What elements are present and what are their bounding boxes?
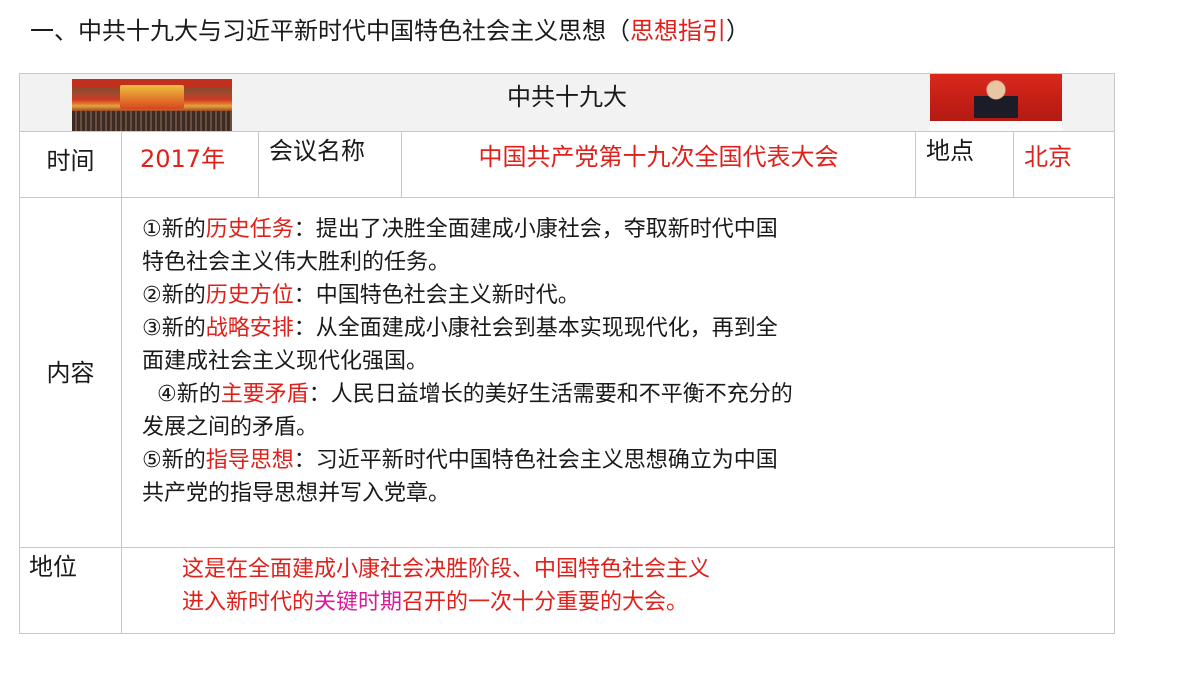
title-highlight: 思想指引 bbox=[630, 17, 726, 45]
position-label: 地位 bbox=[19, 547, 122, 634]
table-row: 时间 2017年 会议名称 中国共产党第十九次全国代表大会 地点 北京 bbox=[19, 131, 1116, 198]
table-row: 地位 这是在全面建成小康社会决胜阶段、中国特色社会主义 进入新时代的关键时期召开… bbox=[19, 547, 1116, 634]
list-item: ④新的主要矛盾：人民日益增长的美好生活需要和不平衡不充分的 发展之间的矛盾。 bbox=[142, 382, 793, 440]
position-text: 这是在全面建成小康社会决胜阶段、中国特色社会主义 进入新时代的关键时期召开的一次… bbox=[182, 557, 711, 615]
list-item: ①新的历史任务：提出了决胜全面建成小康社会，夺取新时代中国 特色社会主义伟大胜利的… bbox=[142, 217, 778, 275]
list-item: ③新的战略安排：从全面建成小康社会到基本实现现代化，再到全 面建成社会主义现代化强… bbox=[142, 316, 778, 374]
place-value: 北京 bbox=[1012, 131, 1116, 198]
list-item: ⑤新的指导思想：习近平新时代中国特色社会主义思想确立为中国 共产党的指导思想并写入… bbox=[142, 448, 778, 506]
meeting-name-label: 会议名称 bbox=[258, 131, 402, 198]
content-list: ①新的历史任务：提出了决胜全面建成小康社会，夺取新时代中国 特色社会主义伟大胜利的… bbox=[122, 198, 962, 510]
position-cell: 这是在全面建成小康社会决胜阶段、中国特色社会主义 进入新时代的关键时期召开的一次… bbox=[120, 547, 1116, 634]
list-item: ②新的历史方位：中国特色社会主义新时代。 bbox=[142, 283, 580, 308]
time-label: 时间 bbox=[19, 131, 122, 198]
speaker-photo bbox=[930, 74, 1062, 131]
content-cell: ①新的历史任务：提出了决胜全面建成小康社会，夺取新时代中国 特色社会主义伟大胜利的… bbox=[120, 197, 1116, 548]
time-value: 2017年 bbox=[121, 131, 259, 198]
page-title: 一、中共十九大与习近平新时代中国特色社会主义思想（思想指引） bbox=[30, 14, 750, 48]
table-row: 内容 ①新的历史任务：提出了决胜全面建成小康社会，夺取新时代中国 特色社会主义伟大… bbox=[19, 197, 1116, 548]
meeting-name-value: 中国共产党第十九次全国代表大会 bbox=[401, 131, 916, 198]
table-header-row: 中共十九大 bbox=[18, 73, 1116, 132]
title-prefix: 一、中共十九大与习近平新时代中国特色社会主义思想（ bbox=[30, 17, 630, 45]
title-suffix: ） bbox=[726, 17, 750, 45]
info-table: 中共十九大 时间 2017年 会议名称 中国共产党第十九次全国代表大会 地点 北… bbox=[18, 73, 1116, 634]
place-label: 地点 bbox=[915, 131, 1014, 198]
content-label: 内容 bbox=[19, 197, 122, 548]
